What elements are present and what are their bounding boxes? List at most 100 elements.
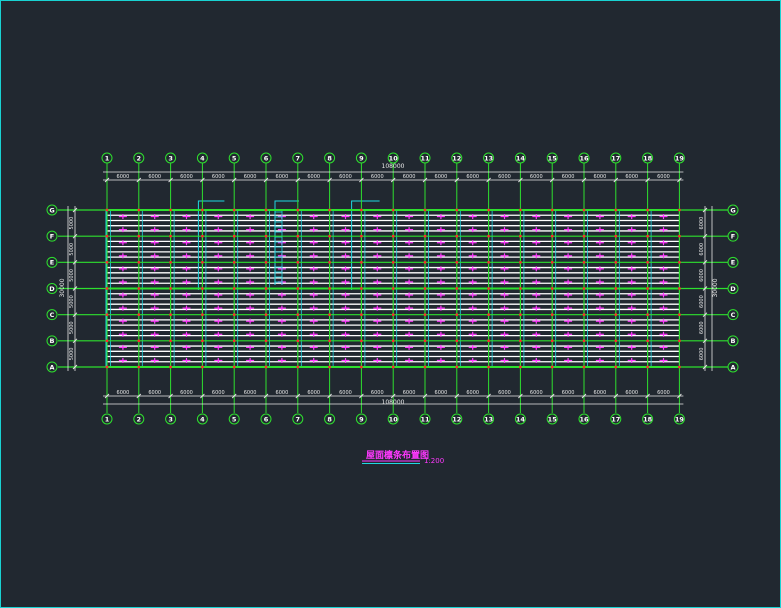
column-dot <box>137 287 140 290</box>
bay-spacing-label: 6000 <box>371 174 384 180</box>
axis-bubble-label: 1 <box>105 415 110 423</box>
column-dot <box>582 208 586 212</box>
column-dot <box>582 261 586 264</box>
axis-bubble-right: A <box>727 361 739 373</box>
axis-bubble-label: 6 <box>264 154 269 162</box>
column-dot <box>646 365 649 369</box>
column-dot <box>646 234 649 238</box>
column-dot <box>296 339 299 343</box>
axis-bubble-top: 1 <box>101 152 113 164</box>
column-dot <box>105 365 109 369</box>
axis-bubble-left: F <box>46 230 58 242</box>
column-dot <box>296 234 299 238</box>
axis-bubble-left: E <box>46 256 58 268</box>
column-dot <box>296 208 299 212</box>
axis-bubble-top: 7 <box>292 152 304 164</box>
axis-bubble-right: G <box>727 204 739 216</box>
column-dot <box>614 339 617 343</box>
column-dot <box>646 261 649 264</box>
column-dot <box>487 287 490 290</box>
column-dot <box>455 208 458 212</box>
bay-spacing-label: 6000 <box>339 390 352 396</box>
column-dot <box>296 365 299 369</box>
axis-bubble-bottom: 5 <box>228 413 240 425</box>
column-dot <box>105 287 109 290</box>
column-dot <box>678 365 681 369</box>
axis-bubble-label: 7 <box>296 415 301 423</box>
axis-bubble-label: 3 <box>168 415 173 423</box>
column-dot <box>233 339 236 343</box>
bay-spacing-label: 6000 <box>276 390 289 396</box>
roof-purlin-plan-drawing: 6000 6000 6000 6000 6000 6000 6000 6000 6000 6000… <box>46 152 739 465</box>
column-dot <box>614 208 617 212</box>
column-dot <box>423 365 427 369</box>
axis-bubble-bottom: 7 <box>292 413 304 425</box>
bay-spacing-label: 6000 <box>212 390 225 396</box>
column-dot <box>137 339 140 343</box>
bay-spacing-label: 6000 <box>435 174 448 180</box>
column-dot <box>423 339 427 343</box>
axis-bubble-left: C <box>46 309 58 321</box>
column-dot <box>328 339 331 343</box>
bay-spacing-label: 6000 <box>530 390 543 396</box>
bay-spacing-label: 6000 <box>594 390 607 396</box>
column-dot <box>551 339 554 343</box>
axis-bubble-top: 10 <box>387 152 399 164</box>
axis-bubble-label: A <box>49 363 54 371</box>
axis-bubble-label: 3 <box>168 154 173 162</box>
column-dot <box>233 365 236 369</box>
span-label-right: 6000 <box>699 295 705 308</box>
column-dot <box>105 261 109 264</box>
axis-bubble-top: 9 <box>355 152 367 164</box>
column-dot <box>646 313 649 316</box>
bay-spacing-label: 6000 <box>625 390 638 396</box>
axis-bubble-top: 19 <box>673 152 685 164</box>
axis-bubble-top: 3 <box>165 152 177 164</box>
axis-bubble-label: 16 <box>579 154 589 162</box>
bay-spacing-label: 6000 <box>594 174 607 180</box>
column-dot <box>233 261 236 264</box>
column-dot <box>360 261 363 264</box>
column-dot <box>360 208 363 212</box>
drawing-title: 屋面檩条布置图 <box>366 449 429 461</box>
column-dot <box>678 208 681 212</box>
column-dot <box>455 339 458 343</box>
axis-bubble-right: E <box>727 256 739 268</box>
column-dot <box>551 234 554 238</box>
column-dot <box>455 261 458 264</box>
column-dot <box>169 208 172 212</box>
axis-bubble-bottom: 11 <box>419 413 431 425</box>
column-dot <box>519 287 522 290</box>
bay-spacing-label: 6000 <box>339 174 352 180</box>
bay-spacing-label: 6000 <box>371 390 384 396</box>
axis-bubble-bottom: 14 <box>514 413 526 425</box>
column-dot <box>137 365 140 369</box>
column-dot <box>264 365 268 369</box>
column-dot <box>423 234 427 238</box>
column-dot <box>551 261 554 264</box>
column-dot <box>296 313 299 316</box>
bay-spacing-label: 6000 <box>657 174 670 180</box>
column-dot <box>233 208 236 212</box>
axis-bubble-label: 9 <box>359 415 364 423</box>
column-dot <box>487 365 490 369</box>
bay-spacing-label: 6000 <box>244 390 257 396</box>
column-dot <box>487 208 490 212</box>
column-dot <box>678 234 681 238</box>
axis-bubble-label: D <box>730 285 736 293</box>
bay-spacing-label: 6000 <box>657 390 670 396</box>
axis-bubble-bottom: 1 <box>101 413 113 425</box>
column-dot <box>455 365 458 369</box>
axis-bubble-label: 17 <box>611 415 620 423</box>
axis-bubble-top: 13 <box>483 152 495 164</box>
axis-bubble-left: D <box>46 283 58 294</box>
axis-bubble-label: F <box>731 233 735 241</box>
axis-bubble-top: 17 <box>610 152 622 164</box>
column-dot <box>519 365 522 369</box>
axis-bubble-label: 11 <box>420 415 430 423</box>
axis-bubble-left: A <box>46 361 58 373</box>
column-dot <box>105 339 109 343</box>
axis-bubble-top: 5 <box>228 152 240 164</box>
axis-bubble-top: 15 <box>546 152 558 164</box>
span-label-right: 6000 <box>699 321 705 334</box>
